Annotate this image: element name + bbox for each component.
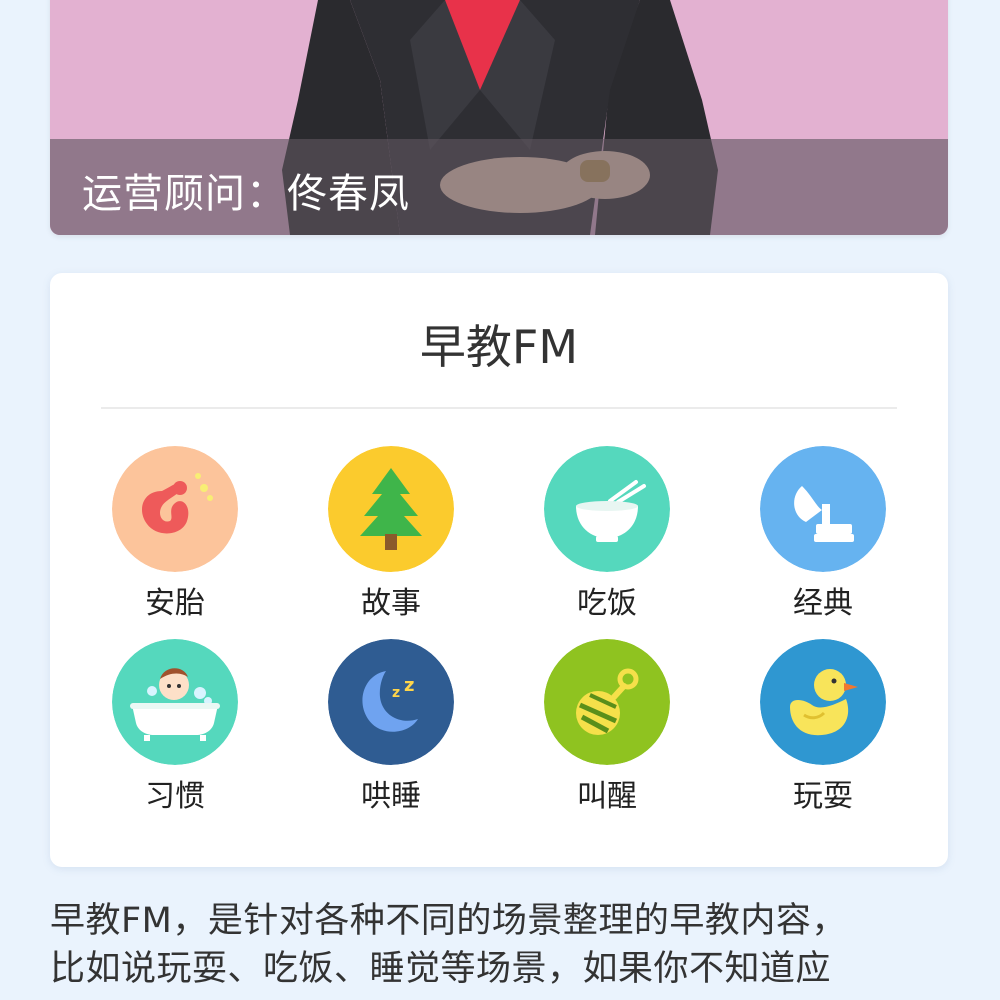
pine-tree-icon <box>328 446 454 572</box>
fm-item-chifan[interactable]: 吃饭 <box>527 446 687 626</box>
fm-item-jingdian[interactable]: 经典 <box>743 446 903 626</box>
fm-item-label: 故事 <box>361 586 421 621</box>
fm-description: 早教FM，是针对各种不同的场景整理的早教内容， 比如说玩耍、吃饭、睡觉等场景，如… <box>50 897 955 993</box>
advisor-card[interactable]: 运营顾问：佟春凤 <box>50 0 948 235</box>
fm-item-label: 安胎 <box>145 586 205 621</box>
fm-item-label: 玩耍 <box>793 779 853 814</box>
baby-bath-icon <box>112 639 238 765</box>
fm-item-label: 哄睡 <box>361 779 421 814</box>
description-line: 早教FM，是针对各种不同的场景整理的早教内容， <box>50 901 847 941</box>
fm-item-label: 叫醒 <box>577 779 637 814</box>
svg-text:z: z <box>392 685 400 701</box>
gramophone-icon <box>760 446 886 572</box>
fm-title: 早教FM <box>419 320 579 374</box>
advisor-caption: 运营顾问：佟春凤 <box>82 171 410 217</box>
svg-text:z: z <box>404 675 414 696</box>
fm-divider <box>101 407 897 409</box>
moon-sleep-icon: z z <box>328 639 454 765</box>
fm-item-hongshui[interactable]: z z 哄睡 <box>311 639 471 819</box>
fm-item-label: 吃饭 <box>577 586 637 621</box>
fm-item-jiaoxing[interactable]: 叫醒 <box>527 639 687 819</box>
fetus-icon <box>112 446 238 572</box>
fm-item-wanshua[interactable]: 玩耍 <box>743 639 903 819</box>
fm-card: 早教FM 安胎 故事 吃饭 经典 习惯 z z 哄睡 叫醒 玩耍 <box>50 273 948 867</box>
description-line: 比如说玩耍、吃饭、睡觉等场景，如果你不知道应 <box>50 949 832 989</box>
advisor-caption-bar: 运营顾问：佟春凤 <box>50 139 948 235</box>
fm-item-gushi[interactable]: 故事 <box>311 446 471 626</box>
rice-bowl-icon <box>544 446 670 572</box>
rubber-duck-icon <box>760 639 886 765</box>
fm-item-xiguan[interactable]: 习惯 <box>95 639 255 819</box>
rattle-icon <box>544 639 670 765</box>
fm-item-label: 习惯 <box>145 779 205 814</box>
fm-item-label: 经典 <box>793 586 853 621</box>
fm-item-antai[interactable]: 安胎 <box>95 446 255 626</box>
